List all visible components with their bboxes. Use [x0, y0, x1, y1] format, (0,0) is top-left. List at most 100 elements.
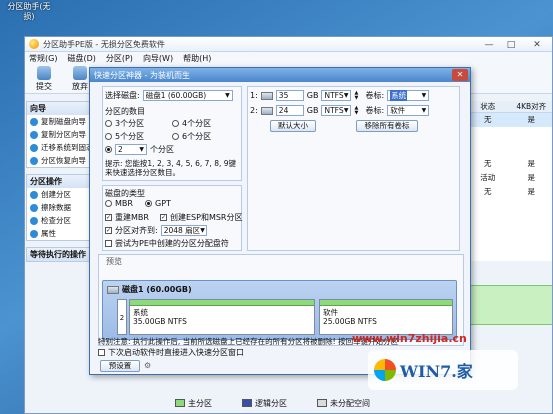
- fs-select-2[interactable]: NTFS ▼: [321, 105, 352, 116]
- partition-name: 软件: [323, 308, 338, 317]
- dialog-close-button[interactable]: ✕: [452, 69, 468, 81]
- sidebar-item-properties[interactable]: 属性: [27, 227, 95, 240]
- sidebar-item-create[interactable]: 创建分区: [27, 188, 95, 201]
- type-label: 磁盘的类型: [105, 189, 145, 198]
- settings-gear-icon[interactable]: ⚙: [144, 361, 151, 370]
- checkbox[interactable]: [98, 349, 105, 356]
- opt-4[interactable]: 4个分区: [172, 118, 211, 129]
- sidebar-item-copy-disk[interactable]: 复制磁盘向导: [27, 115, 95, 128]
- radio[interactable]: [105, 133, 112, 140]
- fs-value: NTFS: [324, 91, 344, 100]
- default-size-button[interactable]: 默认大小: [270, 120, 316, 132]
- size-input-2[interactable]: 24: [275, 105, 304, 116]
- volume-select-1[interactable]: 系统 ▼: [387, 90, 430, 101]
- menu-help[interactable]: 帮助(H): [183, 53, 211, 64]
- table-row[interactable]: 活动 是: [466, 171, 552, 185]
- discard-icon: [73, 65, 87, 80]
- drive-icon: [260, 91, 273, 100]
- desktop-icon-label: 分区助手(无损): [7, 2, 51, 21]
- sidebar-item-label: 擦除数据: [41, 203, 71, 212]
- sidebar-item-copy-partition[interactable]: 复制分区向导: [27, 128, 95, 141]
- radio[interactable]: [145, 200, 152, 207]
- checkbox[interactable]: ✓: [160, 214, 167, 221]
- cell-align: 是: [527, 115, 536, 124]
- radio[interactable]: [172, 133, 179, 140]
- size-unit: GB: [306, 106, 319, 115]
- align-checkbox[interactable]: ✓: [105, 227, 112, 234]
- cell-align: 是: [527, 159, 536, 168]
- table-row[interactable]: 无是: [466, 157, 552, 171]
- radio[interactable]: [172, 120, 179, 127]
- sidebar-item-wipe[interactable]: 擦除数据: [27, 201, 95, 214]
- wizard-section: 向导 复制磁盘向导 复制分区向导 迁移系统到固态 分区恢复向导: [26, 101, 96, 168]
- opt-3[interactable]: 3个分区: [105, 118, 144, 129]
- checkbox-label: 下次启动软件时直接进入快速分区窗口: [108, 348, 244, 357]
- remove-labels-button[interactable]: 移除所有卷标: [356, 120, 418, 132]
- type-gpt[interactable]: GPT: [145, 199, 171, 208]
- maximize-button[interactable]: □: [500, 37, 522, 52]
- custom-count-select[interactable]: 2 ▼: [115, 144, 147, 155]
- sidebar-item-migrate-os[interactable]: 迁移系统到固态: [27, 141, 95, 154]
- chevron-down-icon[interactable]: ▼: [354, 110, 362, 116]
- col-align[interactable]: 4KB对齐: [510, 101, 553, 112]
- preset-button[interactable]: 预设置: [100, 360, 140, 372]
- disk-bar[interactable]: 磁盘1 (60.00GB) 2 系统 35.00GB NTFS 软件 25.00…: [102, 280, 457, 340]
- menu-general[interactable]: 常规(G): [29, 53, 57, 64]
- pending-section: 等待执行的操作: [26, 247, 96, 262]
- sidebar-item-recovery[interactable]: 分区恢复向导: [27, 154, 95, 167]
- boot-option-checkbox[interactable]: 下次启动软件时直接进入快速分区窗口: [98, 347, 244, 358]
- disk-map-strip[interactable]: [465, 285, 552, 325]
- fs-select-1[interactable]: NTFS ▼: [321, 90, 352, 101]
- properties-icon: [30, 229, 38, 238]
- preview-partition-software[interactable]: 软件 25.00GB NTFS: [319, 299, 453, 335]
- unallocated-swatch: [317, 399, 327, 407]
- size-spinner[interactable]: ▲ ▼: [354, 90, 362, 101]
- partition-row-1: 1: 35 GB NTFS ▼ ▲ ▼ 卷标: 系统 ▼: [250, 90, 430, 101]
- chevron-down-icon[interactable]: ▼: [354, 95, 362, 101]
- opt-custom[interactable]: 2 ▼ 个分区: [105, 144, 174, 155]
- app-titlebar: 分区助手PE版 - 无损分区免费软件 — □ ✕: [25, 37, 552, 52]
- partition-index: 2:: [250, 106, 258, 115]
- radio[interactable]: [105, 200, 112, 207]
- checkbox[interactable]: [105, 240, 112, 247]
- rebuild-mbr-checkbox[interactable]: ✓ 重建MBR: [105, 212, 149, 223]
- sidebar-item-check[interactable]: 检查分区: [27, 214, 95, 227]
- radio-custom[interactable]: [105, 146, 112, 153]
- partition-index: 1:: [250, 91, 258, 100]
- cell-status: 无: [484, 159, 492, 168]
- type-mbr[interactable]: MBR: [105, 199, 133, 208]
- partition-row-2: 2: 24 GB NTFS ▼ ▲ ▼ 卷标: 软件 ▼: [250, 105, 430, 116]
- sidebar-item-label: 创建分区: [41, 190, 71, 199]
- disk-bar-index: 2: [117, 299, 127, 335]
- create-esp-checkbox[interactable]: ✓ 创建ESP和MSR分区: [160, 212, 243, 223]
- align-select[interactable]: 2048 扇区 ▼: [160, 225, 207, 236]
- submit-button[interactable]: 提交: [31, 65, 57, 92]
- volume-select-2[interactable]: 软件 ▼: [387, 105, 430, 116]
- opt-6[interactable]: 6个分区: [172, 131, 211, 142]
- menu-disk[interactable]: 磁盘(D): [67, 53, 95, 64]
- desktop-icon-partition-assistant[interactable]: 分区助手(无损): [4, 2, 54, 22]
- submit-icon: [37, 65, 51, 80]
- pending-heading: 等待执行的操作: [27, 248, 95, 261]
- disk-select-row: 选择磁盘: 磁盘1 (60.00GB) ▼: [105, 90, 233, 101]
- menu-partition[interactable]: 分区(P): [106, 53, 133, 64]
- minimize-button[interactable]: —: [478, 37, 500, 52]
- menu-wizard[interactable]: 向导(W): [143, 53, 173, 64]
- opt-5[interactable]: 5个分区: [105, 131, 144, 142]
- size-input-1[interactable]: 35: [275, 90, 304, 101]
- size-spinner[interactable]: ▲ ▼: [354, 105, 362, 116]
- disk-select[interactable]: 磁盘1 (60.00GB) ▼: [142, 90, 233, 101]
- try-pe-checkbox[interactable]: 尝试为PE中创建的分区分配盘符: [105, 238, 229, 249]
- align-label: 分区对齐到:: [115, 226, 158, 235]
- table-row[interactable]: 无是: [466, 113, 552, 127]
- checkbox[interactable]: ✓: [105, 214, 112, 221]
- cell-status: 无: [484, 187, 492, 196]
- sidebar-item-label: 复制分区向导: [41, 130, 86, 139]
- close-button[interactable]: ✕: [522, 37, 552, 52]
- preview-partition-system[interactable]: 系统 35.00GB NTFS: [129, 299, 315, 335]
- col-status[interactable]: 状态: [466, 101, 510, 112]
- wipe-icon: [30, 203, 38, 212]
- chevron-down-icon: ▼: [421, 107, 427, 114]
- radio[interactable]: [105, 120, 112, 127]
- table-row[interactable]: 无是: [466, 185, 552, 199]
